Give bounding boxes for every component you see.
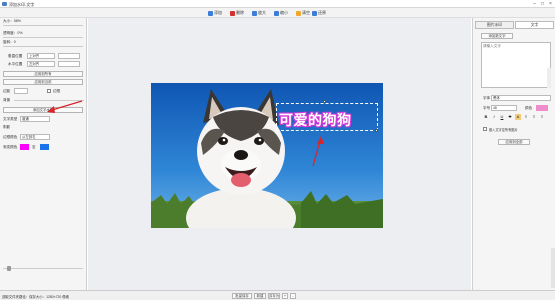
text-scrollbar[interactable] bbox=[547, 68, 551, 88]
text-input-area[interactable]: 请输入文字 bbox=[481, 42, 551, 88]
center-arrow-line bbox=[312, 140, 321, 167]
minus-button[interactable]: - bbox=[290, 293, 296, 299]
font-select[interactable]: 黑体 bbox=[491, 95, 551, 101]
save-as-button[interactable]: 另存为 bbox=[268, 293, 280, 299]
font-color-button[interactable]: A bbox=[515, 114, 521, 120]
align-right-button[interactable]: ≡ bbox=[539, 114, 545, 120]
status-text: 选取文件夹路径：保存大小：1280×720 像素 bbox=[2, 295, 69, 299]
apply-all-text-button[interactable]: 应用到全部 bbox=[498, 139, 530, 145]
font-size-select[interactable]: 48 bbox=[491, 105, 517, 111]
plus-button[interactable]: + bbox=[282, 293, 288, 299]
color-label: 颜色 bbox=[525, 106, 533, 110]
status-bar: 选取文件夹路径：保存大小：1280×720 像素 批量保存 新建 另存为 + - bbox=[0, 290, 555, 300]
left-arrow-head bbox=[47, 106, 55, 113]
batch-save-button[interactable]: 批量保存 bbox=[232, 293, 252, 299]
right-panel: 图片水印 文字 添加新文字 请输入文字 字体 黑体 字号 48 颜色 B I U… bbox=[472, 18, 555, 290]
right-scrollbar[interactable] bbox=[551, 248, 555, 288]
underline-button[interactable]: U bbox=[499, 114, 505, 120]
add-new-text-button[interactable]: 添加新文字 bbox=[481, 33, 513, 39]
tab-text[interactable]: 文字 bbox=[515, 21, 554, 29]
text-input-placeholder: 请输入文字 bbox=[483, 44, 501, 48]
embed-all-label: 嵌入文字至所有图片 bbox=[489, 128, 518, 132]
embed-all-checkbox[interactable] bbox=[483, 127, 487, 131]
italic-button[interactable]: I bbox=[491, 114, 497, 120]
tab-image-watermark[interactable]: 图片水印 bbox=[475, 21, 514, 29]
strike-button[interactable]: S bbox=[507, 114, 513, 120]
center-arrow-head bbox=[317, 136, 324, 144]
font-label: 字体 bbox=[483, 96, 491, 100]
left-arrow-line bbox=[51, 100, 83, 111]
bold-button[interactable]: B bbox=[483, 114, 489, 120]
new-button[interactable]: 新建 bbox=[254, 293, 266, 299]
font-size-label: 字号 bbox=[483, 106, 491, 110]
text-color-swatch[interactable] bbox=[536, 105, 548, 111]
align-center-button[interactable]: ≡ bbox=[531, 114, 537, 120]
align-left-button[interactable]: ≡ bbox=[523, 114, 529, 120]
